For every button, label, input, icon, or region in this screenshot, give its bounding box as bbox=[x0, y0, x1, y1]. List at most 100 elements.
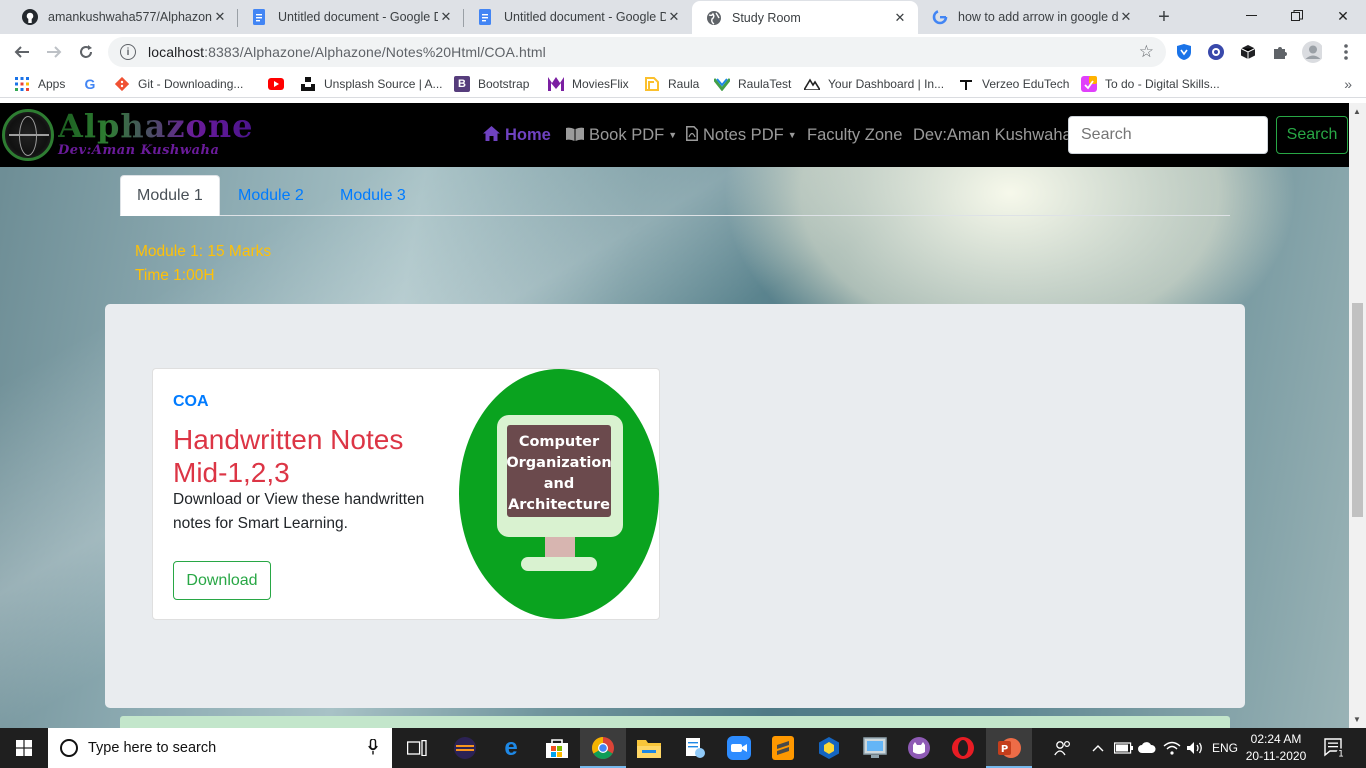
home-icon bbox=[483, 126, 500, 144]
restore-icon[interactable] bbox=[1274, 0, 1320, 32]
system-clock[interactable]: 02:24 AM 20-11-2020 bbox=[1244, 731, 1308, 765]
nav-notes-pdf-dropdown[interactable]: Notes PDF ▼ bbox=[686, 125, 797, 145]
taskbar-search-box[interactable]: Type here to search bbox=[48, 728, 392, 768]
opera-app-icon[interactable] bbox=[940, 728, 986, 768]
github-desktop-icon[interactable] bbox=[896, 728, 942, 768]
notes-card: COA Handwritten Notes Mid-1,2,3 Download… bbox=[152, 368, 660, 620]
nav-faculty-zone[interactable]: Faculty Zone bbox=[807, 125, 902, 145]
browser-tab-google[interactable]: how to add arrow in google docs ✕ bbox=[918, 0, 1144, 34]
nav-home[interactable]: Home bbox=[483, 125, 551, 145]
caret-down-icon: ▼ bbox=[668, 130, 678, 140]
tab-module-3[interactable]: Module 3 bbox=[324, 175, 422, 216]
bookmark-bootstrap[interactable]: B Bootstrap bbox=[454, 75, 529, 93]
kebab-menu-icon[interactable] bbox=[1336, 42, 1356, 62]
verzeo-icon bbox=[958, 76, 974, 92]
raula-icon bbox=[644, 76, 660, 92]
url-text: localhost:8383/Alphazone/Alphazone/Notes… bbox=[148, 44, 546, 60]
google-icon: G bbox=[84, 76, 96, 92]
bookmark-apps[interactable]: Apps bbox=[14, 75, 65, 93]
bookmark-dashboard[interactable]: Your Dashboard | In... bbox=[804, 75, 944, 93]
scroll-up-arrow-icon[interactable]: ▲ bbox=[1353, 107, 1361, 116]
nav-book-pdf-dropdown[interactable]: Book PDF ▼ bbox=[566, 125, 677, 145]
git-icon bbox=[114, 76, 130, 92]
sublime-app-icon[interactable] bbox=[760, 728, 806, 768]
new-tab-button[interactable]: + bbox=[1152, 5, 1176, 29]
shield-extension-icon[interactable] bbox=[1174, 42, 1194, 62]
language-indicator[interactable]: ENG bbox=[1212, 728, 1238, 768]
reload-icon[interactable] bbox=[74, 40, 98, 64]
close-tab-icon[interactable]: ✕ bbox=[212, 9, 228, 25]
minimize-icon[interactable] bbox=[1228, 0, 1274, 32]
notepad-app-icon[interactable] bbox=[672, 728, 718, 768]
action-center-icon[interactable]: 1 bbox=[1324, 728, 1346, 768]
bookmark-verzeo[interactable]: Verzeo EduTech bbox=[958, 75, 1069, 93]
close-tab-icon[interactable]: ✕ bbox=[438, 9, 454, 25]
bookmark-todo[interactable]: To do - Digital Skills... bbox=[1081, 75, 1220, 93]
profile-avatar-icon[interactable] bbox=[1302, 41, 1322, 63]
eclipse-app-icon[interactable] bbox=[442, 728, 488, 768]
battery-icon[interactable] bbox=[1114, 728, 1134, 768]
next-section-alert bbox=[120, 716, 1230, 728]
edge-app-icon[interactable]: e bbox=[488, 728, 534, 768]
bookmark-raula[interactable]: Raula bbox=[644, 75, 699, 93]
store-app-icon[interactable] bbox=[534, 728, 580, 768]
module-marks: Module 1: 15 Marks bbox=[135, 243, 272, 260]
browser-tab-docs-1[interactable]: Untitled document - Google Docs ✕ bbox=[238, 0, 464, 34]
globe-logo-icon[interactable] bbox=[2, 109, 54, 161]
scroll-down-arrow-icon[interactable]: ▼ bbox=[1353, 715, 1361, 724]
bookmark-moviesflix[interactable]: MoviesFlix bbox=[548, 75, 629, 93]
bookmarks-bar: Apps G Git - Downloading... Unsplash Sou… bbox=[0, 70, 1366, 98]
close-tab-icon[interactable]: ✕ bbox=[1118, 9, 1134, 25]
close-window-icon[interactable]: ✕ bbox=[1320, 0, 1366, 32]
brand-logo[interactable]: Alphazone bbox=[58, 107, 254, 145]
virtualbox-app-icon[interactable] bbox=[806, 728, 852, 768]
bookmark-star-icon[interactable]: ☆ bbox=[1139, 42, 1154, 62]
bookmark-unsplash[interactable]: Unsplash Source | A... bbox=[300, 75, 443, 93]
vpn-extension-icon[interactable] bbox=[1206, 42, 1226, 62]
tab-module-1[interactable]: Module 1 bbox=[120, 175, 220, 216]
image-line-3: and bbox=[544, 476, 575, 492]
chrome-app-icon[interactable] bbox=[580, 728, 626, 768]
zoom-app-icon[interactable] bbox=[716, 728, 762, 768]
bookmark-git[interactable]: Git - Downloading... bbox=[114, 75, 243, 93]
screen-app-icon[interactable] bbox=[852, 728, 898, 768]
scrollbar-thumb[interactable] bbox=[1352, 303, 1363, 517]
forward-arrow-icon[interactable] bbox=[42, 40, 66, 64]
brand-subtitle: Dev:Aman Kushwaha bbox=[58, 143, 220, 158]
powerpoint-app-icon[interactable]: P bbox=[986, 728, 1032, 768]
site-search-button[interactable]: Search bbox=[1276, 116, 1348, 154]
microphone-icon[interactable] bbox=[368, 737, 378, 758]
module-tabs: Module 1 Module 2 Module 3 bbox=[120, 175, 1230, 216]
volume-icon[interactable] bbox=[1186, 728, 1204, 768]
close-tab-icon[interactable]: ✕ bbox=[666, 9, 682, 25]
address-bar[interactable]: i localhost:8383/Alphazone/Alphazone/Not… bbox=[108, 37, 1166, 67]
svg-text:P: P bbox=[1001, 744, 1008, 755]
site-search-input[interactable] bbox=[1068, 116, 1268, 154]
nav-developer[interactable]: Dev:Aman Kushwaha bbox=[913, 125, 1072, 145]
windows-start-icon[interactable] bbox=[0, 728, 48, 768]
tray-chevron-icon[interactable] bbox=[1092, 728, 1104, 768]
onedrive-cloud-icon[interactable] bbox=[1138, 728, 1156, 768]
site-navbar: Alphazone Dev:Aman Kushwaha Home Book PD… bbox=[0, 103, 1349, 167]
cube-extension-icon[interactable] bbox=[1238, 42, 1258, 62]
coa-monitor-image: Computer Organization and Architecture bbox=[459, 369, 659, 619]
tab-module-2[interactable]: Module 2 bbox=[222, 175, 320, 216]
site-info-icon[interactable]: i bbox=[120, 44, 136, 60]
wifi-icon[interactable] bbox=[1163, 728, 1181, 768]
page-scrollbar[interactable]: ▲ ▼ bbox=[1349, 103, 1366, 728]
people-icon[interactable] bbox=[1054, 728, 1072, 768]
docs-icon bbox=[478, 9, 494, 25]
bookmark-google[interactable]: G bbox=[82, 75, 106, 93]
file-explorer-icon[interactable] bbox=[626, 728, 672, 768]
task-view-icon[interactable] bbox=[394, 728, 440, 768]
back-arrow-icon[interactable] bbox=[10, 40, 34, 64]
browser-tab-docs-2[interactable]: Untitled document - Google Docs ✕ bbox=[464, 0, 692, 34]
bookmark-raulatest[interactable]: RaulaTest bbox=[714, 75, 791, 93]
browser-tab-study-room[interactable]: Study Room ✕ bbox=[692, 1, 918, 34]
bookmark-youtube[interactable] bbox=[268, 75, 292, 93]
browser-tab-github[interactable]: amankushwaha577/Alphazone ✕ bbox=[8, 0, 238, 34]
bookmarks-overflow-icon[interactable]: » bbox=[1344, 76, 1352, 92]
download-button[interactable]: Download bbox=[173, 561, 271, 600]
close-tab-icon[interactable]: ✕ bbox=[892, 10, 908, 26]
puzzle-extensions-icon[interactable] bbox=[1270, 42, 1290, 62]
